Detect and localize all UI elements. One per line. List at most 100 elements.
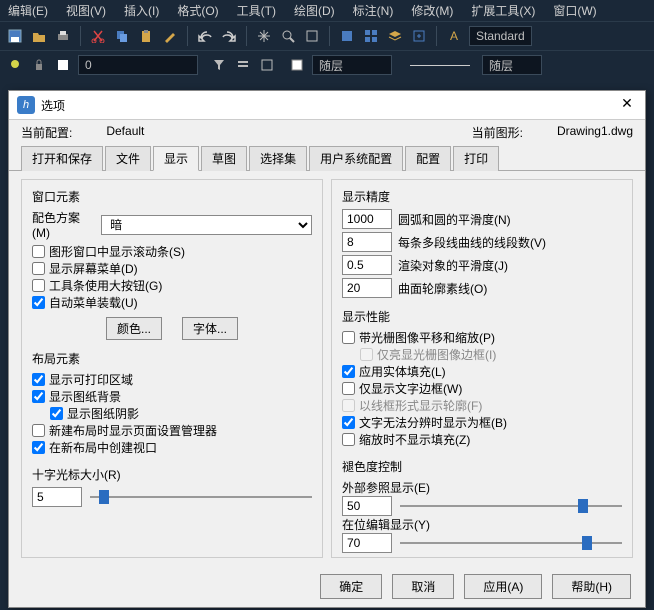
color-bylayer-select[interactable]: 随层: [312, 55, 392, 75]
properties-icon[interactable]: [338, 27, 356, 45]
help-button[interactable]: 帮助(H): [552, 574, 631, 599]
render-smoothness-label: 渲染对象的平滑度(J): [398, 257, 508, 274]
surface-contour-input[interactable]: [342, 278, 392, 298]
layer-bulb-icon[interactable]: [6, 56, 24, 74]
tab-drafting[interactable]: 草图: [201, 146, 247, 171]
tab-selection[interactable]: 选择集: [249, 146, 307, 171]
crosshair-value-input[interactable]: [32, 487, 82, 507]
redo-icon[interactable]: [220, 27, 238, 45]
color-swatch-icon[interactable]: [288, 56, 306, 74]
text-style-icon[interactable]: A: [445, 27, 463, 45]
layer-toolbar: 0 随层 随层: [0, 51, 654, 79]
screen-menu-check[interactable]: 显示屏幕菜单(D): [32, 260, 312, 277]
text-frame-check[interactable]: 仅显示文字边框(W): [342, 380, 622, 397]
paper-bg-check[interactable]: 显示图纸背景: [32, 388, 312, 405]
tab-display[interactable]: 显示: [153, 146, 199, 171]
auto-menu-check[interactable]: 自动菜单装载(U): [32, 294, 312, 311]
blocks-icon[interactable]: [362, 27, 380, 45]
close-icon[interactable]: ✕: [617, 95, 637, 115]
layer-lock-icon[interactable]: [30, 56, 48, 74]
layer-filter-icon[interactable]: [210, 56, 228, 74]
layer-name-field[interactable]: 0: [78, 55, 198, 75]
zoom-icon[interactable]: [279, 27, 297, 45]
render-smoothness-input[interactable]: [342, 255, 392, 275]
menu-view[interactable]: 视图(V): [66, 2, 106, 19]
menu-format[interactable]: 格式(O): [177, 2, 218, 19]
zoom-window-icon[interactable]: [303, 27, 321, 45]
menubar: 编辑(E) 视图(V) 插入(I) 格式(O) 工具(T) 绘图(D) 标注(N…: [0, 0, 654, 21]
wireframe-check: 以线框形式显示轮廓(F): [342, 397, 622, 414]
arc-smoothness-label: 圆弧和圆的平滑度(N): [398, 211, 511, 228]
menu-express[interactable]: 扩展工具(X): [471, 2, 535, 19]
xref-fade-slider[interactable]: [400, 497, 622, 515]
menu-modify[interactable]: 修改(M): [411, 2, 453, 19]
inplace-fade-slider[interactable]: [400, 534, 622, 552]
tab-plot[interactable]: 打印: [453, 146, 499, 171]
tab-files[interactable]: 文件: [105, 146, 151, 171]
menu-draw[interactable]: 绘图(D): [294, 2, 335, 19]
menu-insert[interactable]: 插入(I): [124, 2, 159, 19]
scrollbars-check[interactable]: 图形窗口中显示滚动条(S): [32, 243, 312, 260]
printable-check[interactable]: 显示可打印区域: [32, 371, 312, 388]
menu-tools[interactable]: 工具(T): [237, 2, 276, 19]
xref-icon[interactable]: [410, 27, 428, 45]
polyline-segments-label: 每条多段线曲线的线段数(V): [398, 234, 546, 251]
dialog-title: 选项: [41, 97, 617, 114]
page-setup-mgr-check[interactable]: 新建布局时显示页面设置管理器: [32, 422, 312, 439]
layer-color-icon[interactable]: [54, 56, 72, 74]
layer-states-icon[interactable]: [234, 56, 252, 74]
inplace-fade-label: 在位编辑显示(Y): [342, 516, 622, 533]
profile-value: Default: [106, 124, 467, 141]
crosshair-label: 十字光标大小(R): [32, 466, 312, 483]
display-precision-label: 显示精度: [342, 188, 622, 205]
layers-icon[interactable]: [386, 27, 404, 45]
polyline-segments-input[interactable]: [342, 232, 392, 252]
layer-iso-icon[interactable]: [258, 56, 276, 74]
app-icon: h: [17, 96, 35, 114]
menu-edit[interactable]: 编辑(E): [8, 2, 48, 19]
options-dialog: h 选项 ✕ 当前配置: Default 当前图形: Drawing1.dwg …: [8, 90, 646, 608]
linetype-preview: [410, 65, 470, 66]
undo-icon[interactable]: [196, 27, 214, 45]
linetype-bylayer-select[interactable]: 随层: [482, 55, 542, 75]
match-icon[interactable]: [161, 27, 179, 45]
fonts-button[interactable]: 字体...: [182, 317, 238, 340]
inplace-fade-input[interactable]: [342, 533, 392, 553]
cancel-button[interactable]: 取消: [392, 574, 454, 599]
color-scheme-label: 配色方案(M): [32, 209, 95, 240]
crosshair-slider[interactable]: [90, 488, 312, 506]
raster-pan-check[interactable]: 带光栅图像平移和缩放(P): [342, 329, 622, 346]
apply-button[interactable]: 应用(A): [464, 574, 542, 599]
options-tabs: 打开和保存 文件 显示 草图 选择集 用户系统配置 配置 打印: [9, 141, 645, 171]
create-viewport-check[interactable]: 在新布局中创建视口: [32, 439, 312, 456]
cut-icon[interactable]: [89, 27, 107, 45]
text-boundary-check[interactable]: 文字无法分辨时显示为框(B): [342, 414, 622, 431]
paste-icon[interactable]: [137, 27, 155, 45]
ok-button[interactable]: 确定: [320, 574, 382, 599]
text-style-select[interactable]: Standard: [469, 26, 532, 46]
raster-frame-check: 仅亮显光栅图像边框(I): [360, 346, 622, 363]
copy-icon[interactable]: [113, 27, 131, 45]
arc-smoothness-input[interactable]: [342, 209, 392, 229]
surface-contour-label: 曲面轮廓素线(O): [398, 280, 487, 297]
open-icon[interactable]: [30, 27, 48, 45]
menu-dimension[interactable]: 标注(N): [353, 2, 394, 19]
print-icon[interactable]: [54, 27, 72, 45]
profile-row: 当前配置: Default 当前图形: Drawing1.dwg: [9, 120, 645, 141]
tab-profiles[interactable]: 配置: [405, 146, 451, 171]
window-elements-label: 窗口元素: [32, 188, 312, 205]
xref-fade-input[interactable]: [342, 496, 392, 516]
tab-user-prefs[interactable]: 用户系统配置: [309, 146, 403, 171]
tab-open-save[interactable]: 打开和保存: [21, 146, 103, 171]
color-scheme-select[interactable]: 暗: [101, 215, 312, 235]
big-buttons-check[interactable]: 工具条使用大按钮(G): [32, 277, 312, 294]
save-icon[interactable]: [6, 27, 24, 45]
menu-window[interactable]: 窗口(W): [553, 2, 596, 19]
dialog-content: 窗口元素 配色方案(M) 暗 图形窗口中显示滚动条(S) 显示屏幕菜单(D) 工…: [9, 171, 645, 566]
colors-button[interactable]: 颜色...: [106, 317, 162, 340]
solid-fill-check[interactable]: 应用实体填充(L): [342, 363, 622, 380]
paper-shadow-check[interactable]: 显示图纸阴影: [50, 405, 312, 422]
layout-elements-label: 布局元素: [32, 350, 312, 367]
no-fill-zoom-check[interactable]: 缩放时不显示填充(Z): [342, 431, 622, 448]
pan-icon[interactable]: [255, 27, 273, 45]
